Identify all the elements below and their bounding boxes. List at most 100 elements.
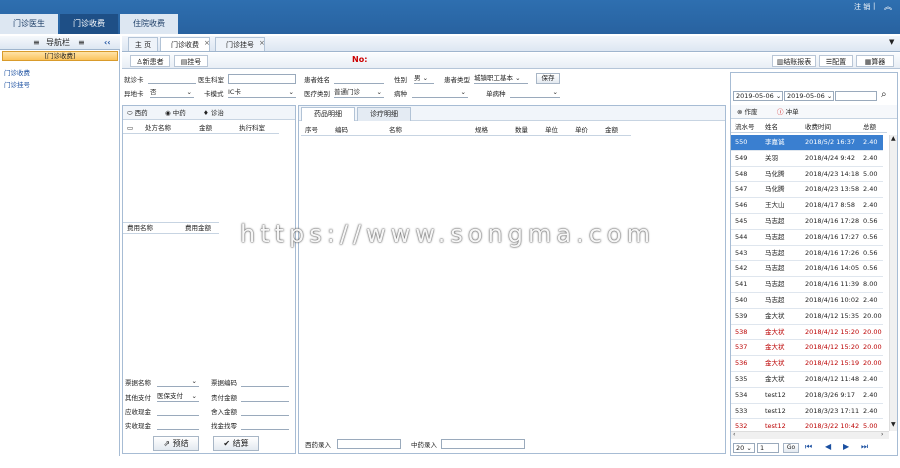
tabs-menu-icon[interactable]: ▼ xyxy=(889,38,894,46)
other-pay-select[interactable]: 医保支付 ⌄ xyxy=(157,392,199,402)
cell-id: 532 xyxy=(735,422,748,431)
tab-treatment-detail[interactable]: 诊疗明细 xyxy=(357,107,411,121)
card-mode-select[interactable]: IC卡 ⌄ xyxy=(228,88,296,98)
scroll-right-icon[interactable]: › xyxy=(881,431,883,438)
table-row[interactable]: 533 test12 2018/3/23 17:11 2.40 xyxy=(731,404,883,420)
table-row[interactable]: 550 李嘉诚 2018/5/2 16:37 2.40 xyxy=(731,135,883,151)
cell-total: 0.56 xyxy=(863,248,878,257)
close-icon[interactable]: × xyxy=(204,39,210,47)
page-input[interactable]: 1 xyxy=(757,443,779,453)
owed-amount-input[interactable] xyxy=(241,392,289,402)
chinese-input[interactable] xyxy=(441,439,525,449)
sidebar-item-register[interactable]: 门诊挂号 xyxy=(4,79,30,89)
receipt-number-label: No: xyxy=(352,55,368,64)
cell-time: 2018/4/24 9:42 xyxy=(805,153,855,162)
table-row[interactable]: 541 马志超 2018/4/16 11:39 8.00 xyxy=(731,277,883,293)
new-patient-button[interactable]: ♙新患者 xyxy=(130,55,170,67)
settle-button[interactable]: ✔ 结算 xyxy=(213,436,259,451)
cell-total: 0.56 xyxy=(863,264,878,273)
cell-total: 0.56 xyxy=(863,232,878,241)
table-row[interactable]: 549 关羽 2018/4/24 9:42 2.40 xyxy=(731,151,883,167)
gender-select[interactable]: 男 ⌄ xyxy=(414,74,434,84)
table-row[interactable]: 547 马化腾 2018/4/23 13:58 2.40 xyxy=(731,182,883,199)
collapse-icon[interactable]: ︽ xyxy=(884,1,892,12)
table-row[interactable]: 536 金大状 2018/4/12 15:19 20.00 xyxy=(731,356,883,372)
table-row[interactable]: 543 马志超 2018/4/16 17:26 0.56 xyxy=(731,246,883,262)
tab-outpatient-billing[interactable]: 门诊收费 xyxy=(60,14,118,34)
date-to-input[interactable]: 2019-05-06 ⌄ xyxy=(784,91,834,101)
reverse-button[interactable]: ⓘ 冲单 xyxy=(777,107,799,117)
table-row[interactable]: 540 马志超 2018/4/16 10:02 2.40 xyxy=(731,293,883,309)
table-row[interactable]: 544 马志超 2018/4/16 17:27 0.56 xyxy=(731,230,883,246)
prev-page-icon[interactable]: ◀ xyxy=(825,442,831,451)
save-button[interactable]: 保存 xyxy=(536,73,560,84)
page-tab-home[interactable]: 主 页 xyxy=(128,37,158,51)
calculator-button[interactable]: ▦算器 xyxy=(856,55,894,67)
table-row[interactable]: 535 金大状 2018/4/12 11:48 2.40 xyxy=(731,372,883,388)
sidebar-item-billing[interactable]: 门诊收费 xyxy=(4,67,30,77)
chevron-down-icon: ⌄ xyxy=(288,88,294,96)
register-button[interactable]: ▤挂号 xyxy=(174,55,208,67)
cell-time: 2018/4/17 8:58 xyxy=(805,201,855,210)
config-button[interactable]: ☰配置 xyxy=(819,55,853,67)
disease-select[interactable]: ⌄ xyxy=(412,88,468,98)
tab-inpatient-billing[interactable]: 住院收费 xyxy=(120,14,178,34)
preset-button[interactable]: ⇗ 预结 xyxy=(153,436,199,451)
scroll-up-icon[interactable]: ▲ xyxy=(891,135,896,142)
change-input[interactable] xyxy=(241,420,289,430)
go-button[interactable]: Go xyxy=(783,443,799,453)
scroll-down-icon[interactable]: ▼ xyxy=(891,421,896,428)
receipt-name-select[interactable]: ⌄ xyxy=(157,377,199,387)
tab-chinese-med[interactable]: ◉ 中药 xyxy=(165,108,186,118)
disease-label: 病种 xyxy=(394,90,407,98)
next-page-icon[interactable]: ▶ xyxy=(843,442,849,451)
remote-card-select[interactable]: 否 ⌄ xyxy=(150,88,194,98)
rounding-input[interactable] xyxy=(241,406,289,416)
tab-drug-detail[interactable]: 药品明细 xyxy=(301,107,355,121)
visit-card-input[interactable] xyxy=(148,74,196,84)
visit-card-label: 就诊卡 xyxy=(124,76,144,84)
table-row[interactable]: 548 马化腾 2018/4/23 14:18 5.00 xyxy=(731,167,883,183)
cash-received-input[interactable] xyxy=(157,420,199,430)
doctor-dept-input[interactable] xyxy=(228,74,296,84)
page-tab-register[interactable]: 门诊挂号 xyxy=(215,37,265,51)
first-page-icon[interactable]: ⏮ xyxy=(805,442,812,452)
table-row[interactable]: 546 王大山 2018/4/17 8:58 2.40 xyxy=(731,198,883,214)
tab-western-med[interactable]: ⬭ 西药 xyxy=(127,108,148,118)
single-disease-select[interactable]: ⌄ xyxy=(510,88,560,98)
last-page-icon[interactable]: ⏭ xyxy=(861,442,868,452)
table-row[interactable]: 542 马志超 2018/4/16 14:05 0.56 xyxy=(731,261,883,278)
table-row[interactable]: 532 test12 2018/3/22 10:42 5.00 xyxy=(731,419,883,431)
collapse-sidebar-icon[interactable]: ‹‹ xyxy=(104,36,111,50)
void-button[interactable]: ⊗ 作废 xyxy=(737,107,758,117)
fee-header: 费用名称 费用金额 xyxy=(123,222,219,234)
patient-name-input[interactable] xyxy=(334,74,384,84)
cell-id: 540 xyxy=(735,296,748,304)
close-icon-2[interactable]: × xyxy=(259,39,265,47)
medical-category-select[interactable]: 普通门诊 ⌄ xyxy=(334,88,384,98)
fee-col-amount: 费用金额 xyxy=(185,224,211,232)
table-row[interactable]: 539 金大状 2018/4/12 15:35 20.00 xyxy=(731,309,883,325)
vertical-scrollbar[interactable]: ▲ ▼ xyxy=(889,135,897,431)
table-row[interactable]: 534 test12 2018/3/26 9:17 2.40 xyxy=(731,388,883,404)
col-patient: 姓名 xyxy=(765,123,778,131)
cash-due-input[interactable] xyxy=(157,406,199,416)
col-total: 总额 xyxy=(863,123,876,131)
receipt-code-input[interactable] xyxy=(241,377,289,387)
page-tab-billing[interactable]: 门诊收费 xyxy=(160,37,210,51)
page-size-select[interactable]: 20 ⌄ xyxy=(733,443,755,453)
record-search-input[interactable] xyxy=(835,91,877,101)
date-from-input[interactable]: 2019-05-06 ⌄ xyxy=(733,91,783,101)
scroll-left-icon[interactable]: ‹ xyxy=(733,431,735,438)
tab-outpatient-doctor[interactable]: 门诊医生 xyxy=(0,14,58,34)
stats-report-button[interactable]: ▥结账报表 xyxy=(772,55,816,67)
western-input[interactable] xyxy=(337,439,401,449)
patient-type-select[interactable]: 城镇职工基本 ⌄ xyxy=(474,74,528,84)
horizontal-scrollbar[interactable]: ‹ › xyxy=(731,431,889,439)
table-row[interactable]: 538 金大状 2018/4/12 15:20 20.00 xyxy=(731,325,883,341)
logout-link[interactable]: 注 销 xyxy=(854,2,870,12)
table-row[interactable]: 545 马志超 2018/4/16 17:28 0.56 xyxy=(731,214,883,230)
table-row[interactable]: 537 金大状 2018/4/12 15:20 20.00 xyxy=(731,340,883,357)
search-icon[interactable]: ⌕ xyxy=(881,89,887,100)
tab-treatment[interactable]: ♦ 诊治 xyxy=(203,108,224,118)
